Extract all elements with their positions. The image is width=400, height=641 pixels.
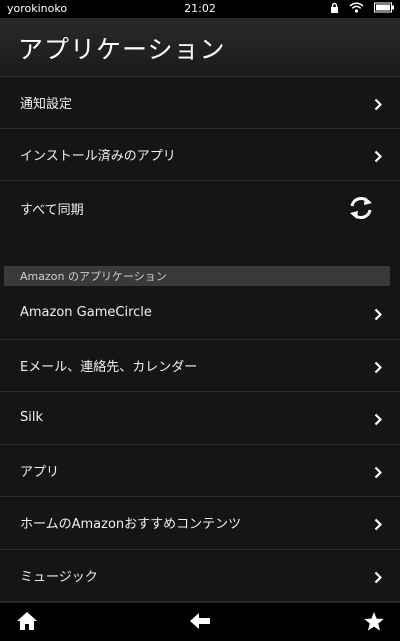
back-arrow-icon[interactable]: [189, 611, 211, 635]
title-bar: アプリケーション: [0, 18, 400, 77]
settings-item-installed-apps[interactable]: インストール済みのアプリ: [0, 129, 400, 181]
settings-item-notifications[interactable]: 通知設定: [0, 77, 400, 129]
battery-icon: [374, 2, 394, 13]
app-item-label: Eメール、連絡先、カレンダー: [20, 359, 198, 375]
settings-list: 通知設定 インストール済みのアプリ すべて同期: [0, 77, 400, 236]
lock-icon: [330, 2, 339, 13]
chevron-right-icon: [374, 96, 383, 115]
home-icon[interactable]: [16, 611, 38, 635]
settings-item-label: すべて同期: [20, 203, 84, 218]
app-item-label: ホームのAmazonおすすめコンテンツ: [20, 517, 242, 533]
settings-item-label: 通知設定: [20, 97, 73, 112]
app-item-label: Silk: [20, 410, 44, 426]
chevron-right-icon: [374, 569, 383, 588]
app-item-email-contacts-calendar[interactable]: Eメール、連絡先、カレンダー: [0, 340, 400, 392]
section-header-amazon-apps: Amazon のアプリケーション: [4, 266, 390, 286]
wifi-icon: [349, 2, 364, 13]
app-item-apps[interactable]: アプリ: [0, 445, 400, 497]
app-item-label: Amazon GameCircle: [20, 305, 152, 321]
chevron-right-icon: [374, 516, 383, 535]
chevron-right-icon: [374, 464, 383, 483]
chevron-right-icon: [374, 148, 383, 167]
app-item-silk[interactable]: Silk: [0, 392, 400, 445]
page-title: アプリケーション: [18, 35, 226, 64]
chevron-right-icon: [374, 411, 383, 430]
settings-item-sync-all[interactable]: すべて同期: [0, 181, 400, 236]
sync-icon[interactable]: [347, 194, 375, 226]
app-item-label: ミュージック: [20, 569, 98, 585]
status-icons: [330, 2, 394, 13]
chevron-right-icon: [374, 359, 383, 378]
app-item-gamecircle[interactable]: Amazon GameCircle: [0, 287, 400, 340]
bottom-nav-bar: [0, 602, 400, 641]
app-item-label: アプリ: [20, 464, 60, 480]
amazon-apps-list: Amazon GameCircle Eメール、連絡先、カレンダー Silk アプ…: [0, 287, 400, 602]
section-header-label: Amazon のアプリケーション: [20, 270, 167, 283]
app-item-home-recommendations[interactable]: ホームのAmazonおすすめコンテンツ: [0, 497, 400, 550]
settings-item-label: インストール済みのアプリ: [20, 149, 176, 164]
star-icon[interactable]: [363, 611, 385, 636]
app-item-music[interactable]: ミュージック: [0, 550, 400, 602]
chevron-right-icon: [374, 306, 383, 325]
status-bar: yorokinoko 21:02: [0, 0, 400, 18]
